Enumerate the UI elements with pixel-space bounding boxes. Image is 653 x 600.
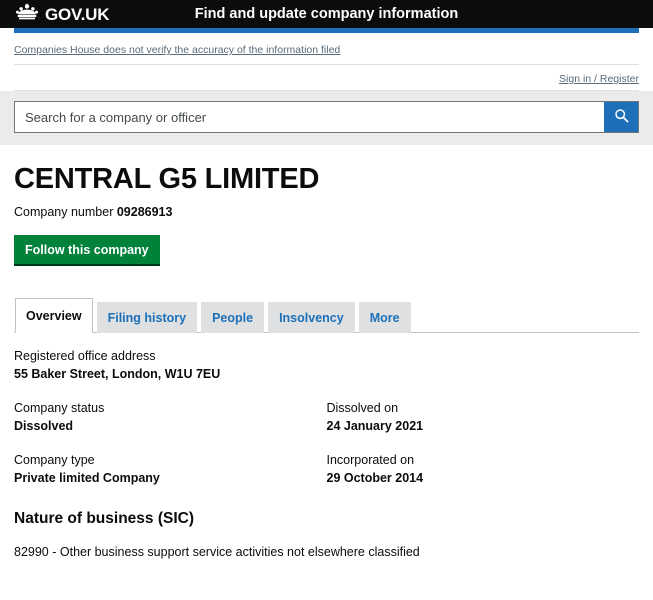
company-number-line: Company number 09286913 (14, 205, 639, 219)
registered-office-address-label: Registered office address (14, 348, 156, 363)
dissolved-on: Dissolved on 24 January 2021 (327, 401, 640, 433)
govuk-header: GOV.UK Find and update company informati… (0, 0, 653, 28)
main-content: CENTRAL G5 LIMITED Company number 092869… (0, 163, 653, 559)
incorporated-on: Incorporated on 29 October 2014 (327, 453, 640, 485)
detail-row-status: Company status Dissolved Dissolved on 24… (14, 401, 639, 433)
search-submit-button[interactable] (604, 102, 638, 132)
account-row: Sign in / Register (14, 65, 639, 91)
detail-row-address: Registered office address 55 Baker Stree… (14, 349, 639, 381)
dissolved-on-value: 24 January 2021 (326, 418, 424, 433)
company-status: Company status Dissolved (14, 401, 327, 433)
dissolved-on-label: Dissolved on (326, 400, 399, 415)
company-details: Registered office address 55 Baker Stree… (14, 349, 639, 485)
company-type: Company type Private limited Company (14, 453, 327, 485)
tab-more[interactable]: More (358, 301, 411, 333)
search-band (0, 91, 653, 145)
govuk-home-link[interactable]: GOV.UK (14, 3, 110, 26)
search-icon (614, 108, 629, 126)
company-number-value: 09286913 (116, 204, 173, 219)
company-type-label: Company type (14, 452, 95, 467)
company-type-value: Private limited Company (14, 470, 160, 485)
crown-icon (14, 3, 40, 26)
tab-insolvency[interactable]: Insolvency (268, 301, 355, 333)
sic-code-item: 82990 - Other business support service a… (14, 544, 420, 559)
registered-office-address: Registered office address 55 Baker Stree… (14, 349, 639, 381)
company-status-value: Dissolved (14, 418, 74, 433)
search-box[interactable] (14, 101, 639, 133)
incorporated-on-value: 29 October 2014 (326, 470, 424, 485)
page-title: CENTRAL G5 LIMITED (14, 163, 320, 195)
detail-row-type: Company type Private limited Company Inc… (14, 453, 639, 485)
notice-wrapper: Companies House does not verify the accu… (0, 33, 653, 91)
sign-in-register-link[interactable]: Sign in / Register (559, 73, 639, 85)
accuracy-notice: Companies House does not verify the accu… (14, 33, 639, 65)
company-status-label: Company status (14, 400, 105, 415)
company-tabs: Overview Filing history People Insolvenc… (14, 297, 639, 333)
follow-company-button[interactable]: Follow this company (14, 234, 160, 266)
govuk-brand-text: GOV.UK (45, 4, 110, 24)
tab-overview[interactable]: Overview (15, 297, 93, 333)
company-number-label: Company number (14, 204, 114, 219)
tab-filing-history[interactable]: Filing history (96, 301, 198, 333)
incorporated-on-label: Incorporated on (326, 452, 415, 467)
tab-people[interactable]: People (201, 301, 265, 333)
nature-of-business-heading: Nature of business (SIC) (14, 509, 194, 527)
accuracy-notice-link[interactable]: Companies House does not verify the accu… (14, 44, 340, 56)
search-input[interactable] (15, 102, 604, 132)
registered-office-address-value: 55 Baker Street, London, W1U 7EU (14, 366, 221, 381)
